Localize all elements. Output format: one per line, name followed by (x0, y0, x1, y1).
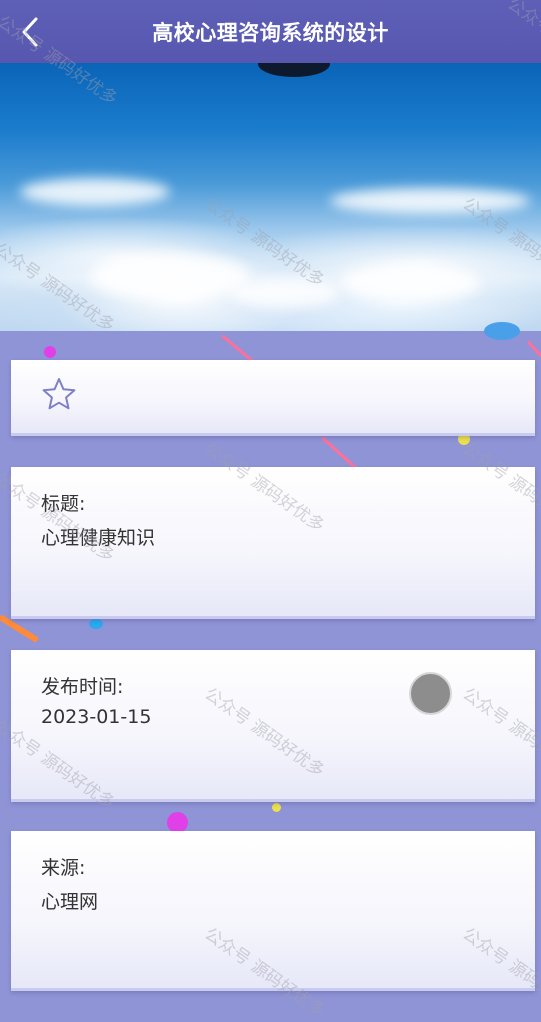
source-value: 心理网 (41, 891, 99, 913)
particle-streak (526, 340, 541, 358)
particle-dot (44, 346, 56, 358)
banner-image (0, 63, 541, 331)
source-label: 来源: (41, 857, 86, 879)
particle-dot (89, 619, 103, 629)
particle-dot (167, 812, 188, 833)
page-title: 高校心理咨询系统的设计 (152, 20, 389, 45)
particle-dot (484, 322, 520, 340)
back-button[interactable] (10, 12, 50, 52)
publish-time-value: 2023-01-15 (41, 706, 152, 728)
publish-time-card: 发布时间: 2023-01-15 (11, 650, 535, 802)
favorite-card (11, 360, 535, 436)
star-outline-icon (42, 378, 76, 410)
particle-streak (320, 436, 359, 471)
title-label: 标题: (41, 493, 86, 515)
chevron-left-icon (22, 17, 38, 47)
publish-time-label: 发布时间: (41, 676, 124, 698)
floating-action-button[interactable] (409, 672, 452, 715)
title-value: 心理健康知识 (41, 527, 156, 549)
title-card: 标题: 心理健康知识 (11, 467, 535, 619)
source-card: 来源: 心理网 (11, 831, 535, 991)
app-header: 高校心理咨询系统的设计 (0, 0, 541, 63)
particle-dot (272, 803, 281, 812)
banner-dark-object (258, 63, 330, 77)
favorite-button[interactable] (41, 376, 77, 412)
particle-streak (221, 334, 254, 363)
